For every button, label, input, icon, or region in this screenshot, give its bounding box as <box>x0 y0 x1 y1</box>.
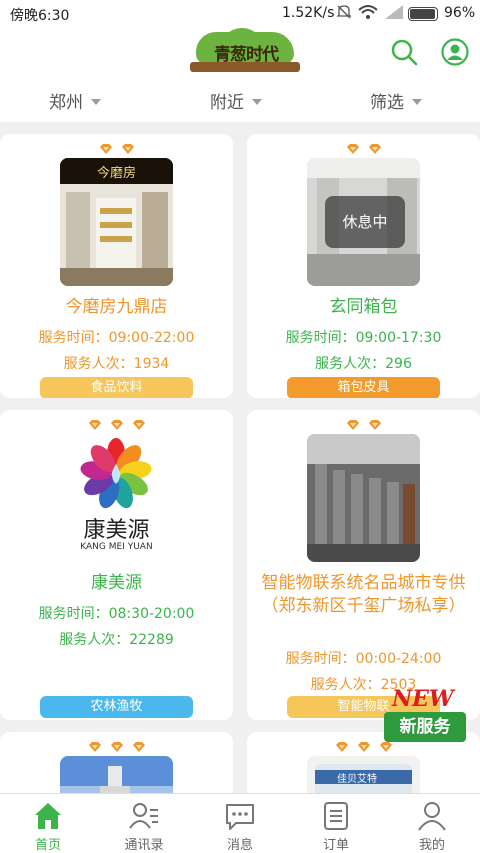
dropdown-arrow-icon <box>412 99 422 105</box>
logo-text: 青葱时代 <box>214 45 279 65</box>
store-card[interactable]: 康美源 KANG MEI YUAN 康美源 服务时间：08:30-20:00 服… <box>0 410 233 720</box>
diamond-icon <box>110 742 123 752</box>
service-hours: 服务时间：09:00-22:00 <box>38 330 195 346</box>
diamond-icon <box>346 144 359 154</box>
diamond-icon <box>368 144 381 154</box>
tab-messages[interactable]: 消息 <box>192 800 288 853</box>
service-count: 服务人次：1934 <box>63 356 170 372</box>
status-bar: 傍晚6:30 1.52K/s 96% <box>0 0 480 28</box>
diamond-icon <box>132 420 145 430</box>
rating-gems <box>247 140 480 154</box>
app-logo: 青葱时代 <box>190 28 300 76</box>
screen-filter[interactable]: 筛选 <box>370 88 422 113</box>
network-speed: 1.52K/s <box>282 5 335 21</box>
closed-overlay: 休息中 <box>325 196 405 248</box>
store-card[interactable]: 今磨房 今磨房九鼎店 服务时间：09:00-22:00 服务人次：1934 食品… <box>0 134 233 398</box>
category-tag: 箱包皮具 <box>287 377 440 398</box>
diamond-icon <box>357 742 370 752</box>
user-icon <box>418 802 446 831</box>
signal-icon <box>385 5 403 19</box>
store-photo: 休息中 <box>307 158 420 286</box>
service-hours: 服务时间：09:00-17:30 <box>285 330 442 346</box>
wifi-icon <box>358 5 378 19</box>
tab-mine[interactable]: 我的 <box>384 800 480 853</box>
new-label: NEW <box>392 686 454 712</box>
nearby-filter-label: 附近 <box>210 93 244 113</box>
diamond-icon <box>110 420 123 430</box>
store-card[interactable]: 休息中 玄同箱包 服务时间：09:00-17:30 服务人次：296 箱包皮具 <box>247 134 480 398</box>
service-count: 服务人次：22289 <box>59 632 174 648</box>
store-title: 智能物联系统名品城市专供（郑东新区千玺广场私享） <box>261 573 466 616</box>
store-title: 玄同箱包 <box>329 297 398 317</box>
rating-gems <box>0 416 233 430</box>
store-photo <box>307 434 420 562</box>
dropdown-arrow-icon <box>252 99 262 105</box>
mute-icon <box>336 4 352 24</box>
brand-logo: 康美源 KANG MEI YUAN <box>60 434 173 562</box>
tab-home[interactable]: 首页 <box>0 800 96 853</box>
new-service-label: 新服务 <box>384 712 466 742</box>
store-card[interactable]: 智能物联系统名品城市专供（郑东新区千玺广场私享） 服务时间：00:00-24:0… <box>247 410 480 720</box>
filter-bar: 郑州 附近 筛选 <box>0 78 480 122</box>
rating-gems <box>0 140 233 154</box>
order-icon <box>324 802 348 830</box>
contacts-icon <box>129 803 158 829</box>
diamond-icon <box>368 420 381 430</box>
home-icon <box>35 803 61 829</box>
bottom-tab-bar: 首页 通讯录 消息 订单 我的 <box>0 793 480 853</box>
tab-orders[interactable]: 订单 <box>288 800 384 853</box>
new-service-badge[interactable]: NEW 新服务 <box>384 686 470 748</box>
message-icon <box>226 804 254 830</box>
tab-home-label: 首页 <box>34 838 61 853</box>
product-label: 佳贝艾特 <box>337 774 377 785</box>
user-profile-icon[interactable] <box>441 38 469 66</box>
service-hours: 服务时间：08:30-20:00 <box>38 606 195 622</box>
status-time: 傍晚6:30 <box>10 8 70 24</box>
tab-orders-label: 订单 <box>322 838 349 853</box>
battery-icon <box>408 7 438 21</box>
brand-name-en: KANG MEI YUAN <box>80 542 153 552</box>
store-sign: 今磨房 <box>96 166 136 181</box>
store-title: 今磨房九鼎店 <box>65 297 168 317</box>
tab-contacts[interactable]: 通讯录 <box>96 800 192 853</box>
category-tag: 食品饮料 <box>40 377 193 398</box>
nearby-filter[interactable]: 附近 <box>210 88 262 113</box>
brand-name-cn: 康美源 <box>83 518 150 543</box>
diamond-icon <box>346 420 359 430</box>
rating-gems <box>0 738 233 752</box>
service-hours: 服务时间：00:00-24:00 <box>285 651 442 667</box>
tab-contacts-label: 通讯录 <box>124 838 164 853</box>
battery-percent: 96% <box>444 5 476 21</box>
flower-logo-icon <box>80 438 152 509</box>
diamond-icon <box>335 742 348 752</box>
city-filter[interactable]: 郑州 <box>49 88 101 113</box>
dropdown-arrow-icon <box>91 99 101 105</box>
rating-gems <box>247 416 480 430</box>
diamond-icon <box>121 144 134 154</box>
service-count: 服务人次：296 <box>315 356 412 372</box>
diamond-icon <box>88 420 101 430</box>
store-photo: 今磨房 <box>60 158 173 286</box>
search-icon[interactable] <box>390 38 418 66</box>
store-title: 康美源 <box>91 573 142 593</box>
screen-filter-label: 筛选 <box>370 93 404 113</box>
store-card[interactable] <box>0 732 233 802</box>
tab-mine-label: 我的 <box>418 838 445 853</box>
city-filter-label: 郑州 <box>49 93 83 113</box>
tab-messages-label: 消息 <box>226 838 253 853</box>
category-tag: 农林渔牧 <box>40 696 193 718</box>
app-header: 青葱时代 <box>0 28 480 78</box>
diamond-icon <box>99 144 112 154</box>
diamond-icon <box>88 742 101 752</box>
diamond-icon <box>132 742 145 752</box>
